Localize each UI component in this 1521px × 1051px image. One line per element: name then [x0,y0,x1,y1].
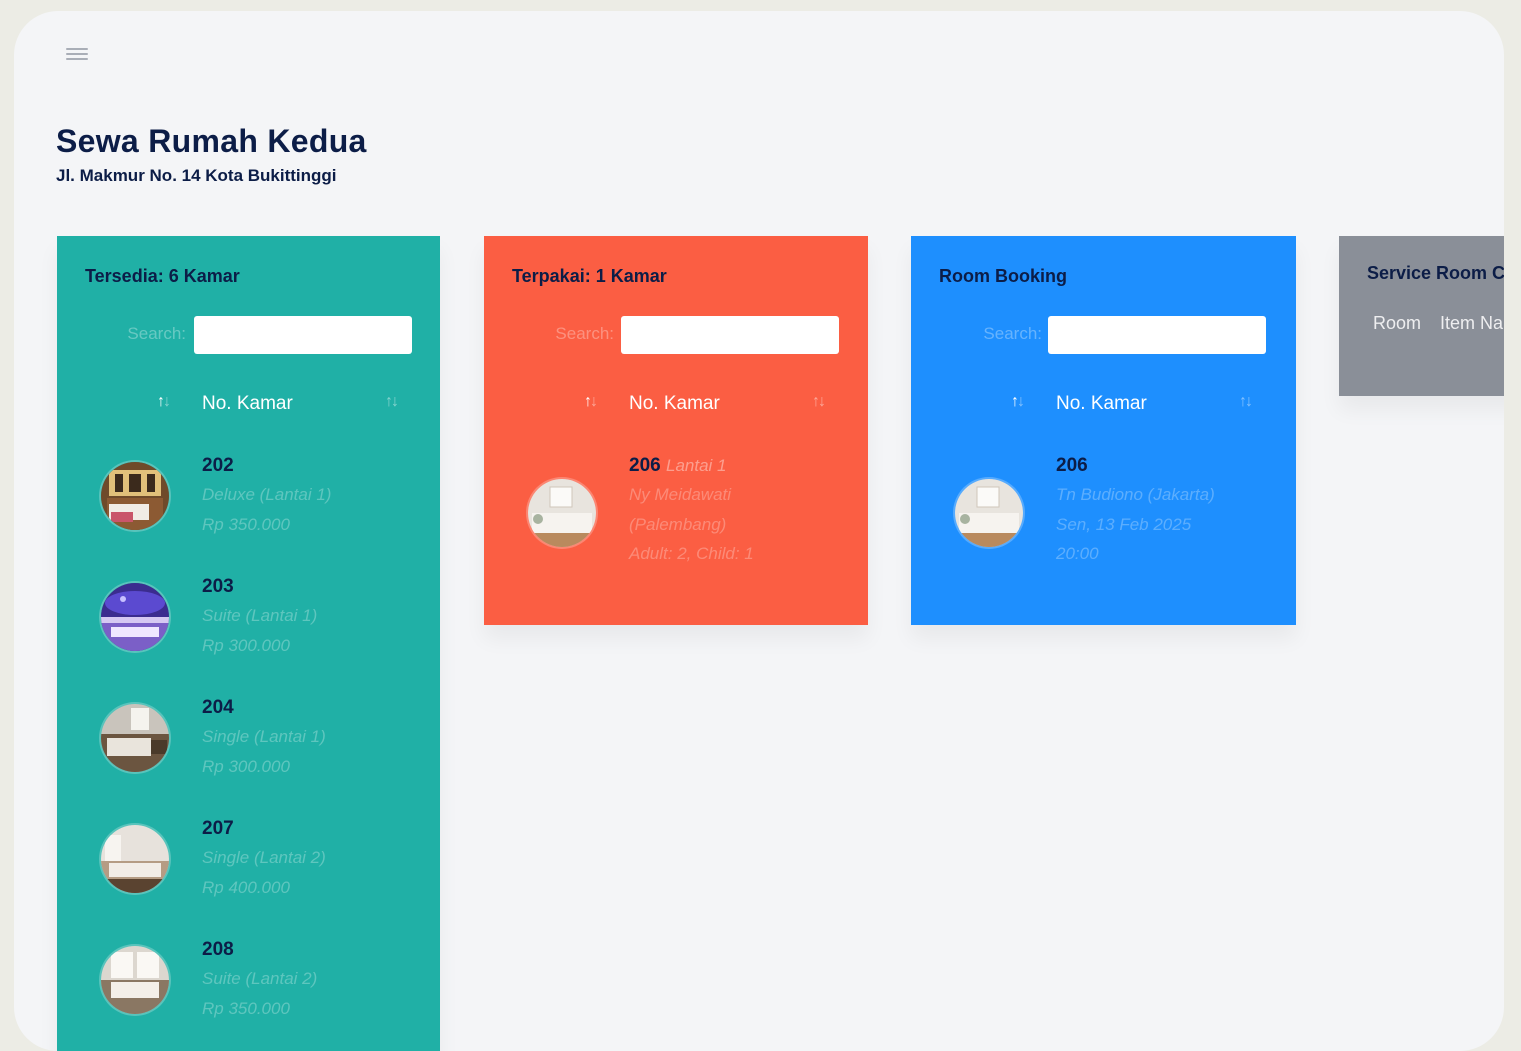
occupied-rooms-panel: Terpakai: 1 Kamar Search: ↑↓ No. Kamar ↑… [484,236,868,625]
room-type: Single (Lantai 2) [202,848,326,867]
column-header-room-number[interactable]: No. Kamar [1056,393,1147,415]
page-subtitle: Jl. Makmur No. 14 Kota Bukittinggi [56,166,337,185]
sort-arrows-icon[interactable]: ↑↓ [157,393,171,411]
search-input[interactable] [194,316,412,354]
sort-arrows-icon[interactable]: ↑↓ [1239,393,1253,411]
sort-arrows-icon[interactable]: ↑↓ [1011,393,1025,411]
column-header-room-number[interactable]: No. Kamar [629,393,720,415]
room-row[interactable]: 204 Single (Lantai 1) Rp 300.000 [57,693,440,808]
room-floor: Lantai 1 [665,456,727,475]
search-label: Search: [983,324,1042,343]
page-title: Sewa Rumah Kedua [56,123,367,159]
guest-name: Tn Budiono (Jakarta) [1056,485,1215,504]
room-number: 208 [202,939,234,960]
room-row[interactable]: 203 Suite (Lantai 1) Rp 300.000 [57,572,440,687]
service-room-panel: Service Room C Room Item Na [1339,236,1504,396]
sort-arrows-icon[interactable]: ↑↓ [385,393,399,411]
service-table-header: Room Item Na [1373,313,1504,334]
search-label: Search: [555,324,614,343]
room-row[interactable]: 206 Lantai 1 Ny Meidawati (Palembang) Ad… [484,451,868,581]
search-label: Search: [127,324,186,343]
panel-heading: Terpakai: 1 Kamar [512,266,667,286]
room-thumbnail-image [101,462,169,530]
guest-count: Adult: 2, Child: 1 [629,544,754,563]
room-row[interactable]: 202 Deluxe (Lantai 1) Rp 350.000 [57,451,440,566]
room-price: Rp 300.000 [202,635,290,655]
room-thumbnail-image [528,479,596,547]
column-header-room[interactable]: Room [1373,313,1421,333]
room-price: Rp 350.000 [202,998,290,1018]
room-thumbnail-image [101,946,169,1014]
hamburger-menu-icon[interactable] [66,45,88,63]
available-rooms-panel: Tersedia: 6 Kamar Search: ↑↓ No. Kamar ↑… [57,236,440,1051]
room-number: 202 [202,455,234,476]
room-price: Rp 400.000 [202,877,290,897]
guest-name: Ny Meidawati [629,485,732,504]
column-header-room-number[interactable]: No. Kamar [202,393,293,415]
panel-heading: Service Room C [1367,263,1504,283]
room-row[interactable]: 207 Single (Lantai 2) Rp 400.000 [57,814,440,929]
panel-heading: Room Booking [939,266,1067,286]
room-number: 203 [202,576,234,597]
sort-arrows-icon[interactable]: ↑↓ [584,393,598,411]
room-thumbnail-image [101,583,169,651]
room-row[interactable]: 206 Tn Budiono (Jakarta) Sen, 13 Feb 202… [911,451,1296,581]
room-number: 204 [202,697,234,718]
room-number: 206 [1056,455,1088,476]
booking-date: Sen, 13 Feb 2025 [1056,514,1192,534]
search-input[interactable] [1048,316,1266,354]
sort-arrows-icon[interactable]: ↑↓ [812,393,826,411]
room-booking-panel: Room Booking Search: ↑↓ No. Kamar ↑↓ 206… [911,236,1296,625]
room-type: Single (Lantai 1) [202,727,326,746]
room-type: Suite (Lantai 1) [202,606,318,625]
room-price: Rp 300.000 [202,756,290,776]
room-number: 206 [629,455,661,476]
room-thumbnail-image [101,704,169,772]
booking-time: 20:00 [1056,544,1099,563]
room-price: Rp 350.000 [202,514,290,534]
panel-heading: Tersedia: 6 Kamar [85,266,240,286]
search-input[interactable] [621,316,839,354]
column-header-item-name[interactable]: Item Na [1440,313,1503,333]
room-type: Suite (Lantai 2) [202,969,318,988]
room-thumbnail-image [101,825,169,893]
app-frame: Sewa Rumah Kedua Jl. Makmur No. 14 Kota … [14,11,1504,1051]
guest-origin: (Palembang) [629,514,727,534]
room-type: Deluxe (Lantai 1) [202,485,332,504]
room-number: 207 [202,818,234,839]
room-thumbnail-image [955,479,1023,547]
room-row[interactable]: 208 Suite (Lantai 2) Rp 350.000 [57,935,440,1050]
